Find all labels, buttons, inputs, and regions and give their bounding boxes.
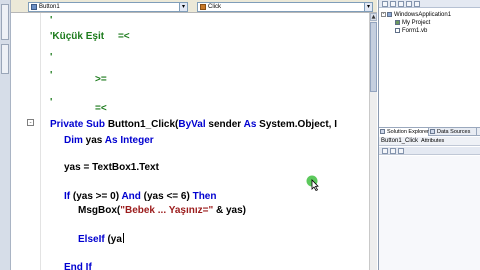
- toolbox-strip[interactable]: [0, 0, 11, 270]
- tab-solution-explorer[interactable]: Solution Explorer: [379, 128, 429, 136]
- chevron-down-icon[interactable]: ▾: [179, 3, 187, 11]
- collapse-icon[interactable]: -: [381, 12, 386, 17]
- refresh-icon[interactable]: [398, 1, 404, 7]
- method-icon: [200, 4, 206, 10]
- code-line-dim: Dim yas As Integer: [64, 135, 154, 146]
- view-code-icon[interactable]: [406, 1, 412, 7]
- properties-object-name: Button1_Click: [381, 138, 419, 144]
- properties-grid[interactable]: [379, 156, 480, 270]
- my-project-icon: [395, 20, 400, 25]
- view-designer-icon[interactable]: [414, 1, 420, 7]
- code-editor[interactable]: ' 'Küçük Eşit =< ' ' >= ' =< Private Sub…: [42, 13, 369, 270]
- code-line-elseif: ElseIf (ya: [78, 233, 124, 245]
- project-icon: [387, 12, 392, 17]
- tree-root-node[interactable]: - WindowsApplication1: [381, 12, 451, 19]
- code-line-comment: >=: [95, 74, 107, 85]
- code-line-end-if: End If: [64, 262, 92, 270]
- solution-tree: - WindowsApplication1 My Project Form1.vb: [379, 9, 480, 127]
- properties-object-type: Attributes: [421, 138, 445, 144]
- right-panel: - WindowsApplication1 My Project Form1.vb…: [378, 0, 480, 270]
- mouse-cursor-icon: [306, 175, 319, 191]
- scroll-thumb[interactable]: [370, 22, 377, 92]
- alphabetical-icon[interactable]: [390, 148, 396, 154]
- form-icon: [395, 28, 400, 33]
- show-all-files-icon[interactable]: [390, 1, 396, 7]
- code-line-comment: ': [50, 15, 53, 26]
- properties-icon[interactable]: [382, 1, 388, 7]
- data-sources-icon: [430, 129, 435, 134]
- code-line-comment: ': [50, 70, 53, 81]
- tab-data-sources[interactable]: Data Sources: [429, 128, 477, 136]
- class-name-value: Button1: [39, 4, 60, 10]
- code-line-comment: ': [50, 97, 53, 108]
- solution-explorer-toolbar: [379, 0, 480, 8]
- chevron-down-icon[interactable]: ▾: [364, 3, 372, 11]
- scroll-up-icon[interactable]: ▲: [370, 13, 377, 21]
- solution-explorer-icon: [380, 129, 385, 134]
- toolbox-tab[interactable]: [1, 4, 9, 40]
- code-line-assignment: yas = TextBox1.Text: [64, 162, 159, 173]
- code-line-comment: ': [50, 52, 53, 63]
- code-line-sub-declaration: Private Sub Button1_Click(ByVal sender A…: [50, 119, 337, 130]
- properties-toolbar: [379, 147, 480, 155]
- method-name-value: Click: [208, 4, 221, 10]
- code-line-comment: =<: [95, 103, 107, 114]
- tree-item[interactable]: Form1.vb: [395, 28, 427, 35]
- categorized-icon[interactable]: [382, 148, 388, 154]
- property-pages-icon[interactable]: [398, 148, 404, 154]
- navigation-bar: Button1 ▾ Click ▾: [11, 0, 377, 13]
- vertical-scrollbar[interactable]: ▲: [369, 13, 377, 270]
- class-icon: [31, 4, 37, 10]
- panel-tabs: Solution Explorer Data Sources: [379, 127, 480, 136]
- code-line-if: If (yas >= 0) And (yas <= 6) Then: [64, 191, 217, 202]
- properties-object-selector[interactable]: Button1_Click Attributes: [379, 137, 480, 146]
- code-line-comment: 'Küçük Eşit =<: [50, 31, 130, 42]
- code-margin: [11, 0, 41, 270]
- class-name-combo[interactable]: Button1 ▾: [28, 2, 188, 12]
- text-caret: [122, 233, 124, 243]
- tree-item[interactable]: My Project: [395, 20, 430, 27]
- method-name-combo[interactable]: Click ▾: [197, 2, 373, 12]
- server-explorer-tab[interactable]: [1, 44, 9, 74]
- code-line-msgbox: MsgBox("Bebek ... Yaşınız=" & yas): [78, 205, 246, 216]
- collapse-sub-icon[interactable]: -: [27, 119, 34, 126]
